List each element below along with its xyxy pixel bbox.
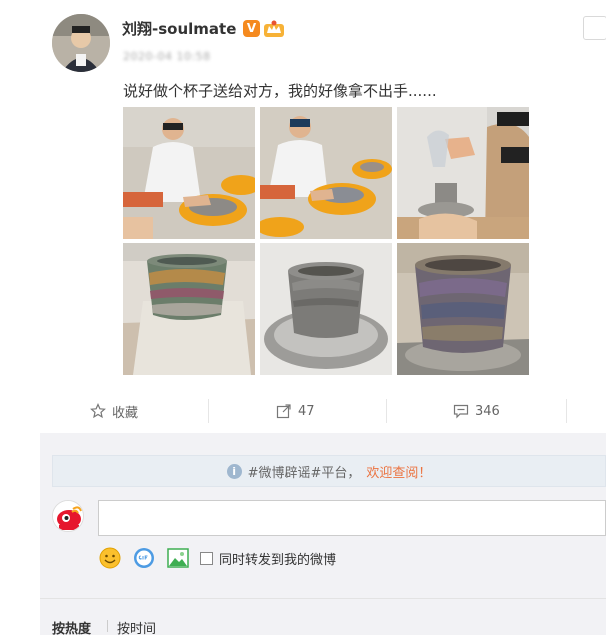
section-divider xyxy=(40,598,606,599)
repost-count: 47 xyxy=(298,403,315,419)
action-divider xyxy=(566,399,567,423)
post-photo-4[interactable] xyxy=(123,243,255,375)
post-photo-1[interactable] xyxy=(123,107,255,239)
star-icon xyxy=(90,403,106,419)
repost-button[interactable]: 47 xyxy=(276,391,315,431)
comment-bubble-icon xyxy=(453,404,469,419)
post-photo-6[interactable] xyxy=(397,243,529,375)
image-icon[interactable] xyxy=(166,546,190,570)
gif-icon[interactable] xyxy=(132,546,156,570)
verified-v-badge: V xyxy=(243,20,260,37)
comment-count: 346 xyxy=(475,403,500,419)
action-divider xyxy=(208,399,209,423)
post-photo-2[interactable] xyxy=(260,107,392,239)
repost-checkbox-label: 同时转发到我的微博 xyxy=(219,552,337,568)
comment-button[interactable]: 346 xyxy=(453,391,500,431)
user-avatar[interactable] xyxy=(52,14,110,72)
post-photo-5[interactable] xyxy=(260,243,392,375)
post-text: 说好做个杯子送给对方，我的好像拿不出手...... xyxy=(123,82,437,100)
action-divider xyxy=(386,399,387,423)
info-icon: i xyxy=(226,463,242,479)
composer-toolbar: 同时转发到我的微博 xyxy=(98,546,336,570)
sort-divider xyxy=(107,620,108,632)
comment-input[interactable] xyxy=(98,500,606,536)
favorite-label: 收藏 xyxy=(112,405,139,421)
repost-checkbox[interactable] xyxy=(200,551,213,565)
more-options-button[interactable] xyxy=(583,16,606,40)
favorite-button[interactable]: 收藏 xyxy=(90,391,138,431)
post-photo-3[interactable] xyxy=(397,107,529,239)
sort-by-time-tab[interactable]: 按时间 xyxy=(117,618,156,635)
post-timestamp: 2020-04 10:58 xyxy=(123,50,211,63)
notice-link[interactable]: 欢迎查阅！ xyxy=(366,462,431,481)
repost-arrow-icon xyxy=(276,404,291,419)
rumor-notice-bar[interactable]: i #微博辟谣#平台， 欢迎查阅！ xyxy=(52,455,606,487)
weibo-post-page: 刘翔-soulmate V 2020-04 10:58 说好做个杯子送给对方，我… xyxy=(0,0,606,635)
notice-text: #微博辟谣#平台， xyxy=(247,465,361,481)
member-crown-icon xyxy=(263,20,285,38)
action-bar: 收藏 47 346 xyxy=(40,391,606,431)
smiley-icon[interactable] xyxy=(98,546,122,570)
sort-by-hot-tab[interactable]: 按热度 xyxy=(52,618,91,635)
username[interactable]: 刘翔-soulmate xyxy=(122,18,236,39)
commenter-avatar xyxy=(52,500,84,532)
